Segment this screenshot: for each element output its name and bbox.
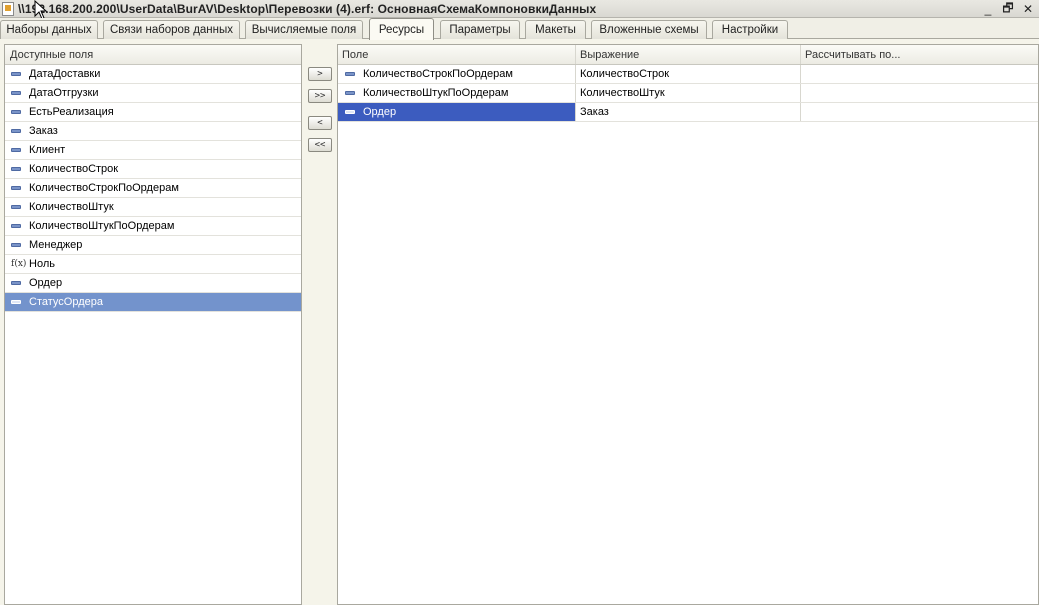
mouse-cursor-icon <box>34 0 48 20</box>
list-item-label: Ордер <box>29 277 63 289</box>
tab-settings[interactable]: Настройки <box>712 20 788 39</box>
available-fields-list: ДатаДоставки ДатаОтгрузки ЕстьРеализация За… <box>5 65 301 312</box>
list-item-label: ДатаДоставки <box>29 68 101 80</box>
field-icon <box>345 72 355 76</box>
cell-field-text: КоличествоШтукПоОрдерам <box>363 87 509 99</box>
column-header-calc-by[interactable]: Рассчитывать по... <box>801 45 1037 64</box>
restore-button[interactable]: 🗗 <box>1001 0 1015 20</box>
field-icon <box>11 243 21 247</box>
tab-parameters[interactable]: Параметры <box>440 20 520 39</box>
list-item-label: КоличествоСтрок <box>29 163 119 175</box>
table-row[interactable]: Ордер Заказ <box>338 103 1038 122</box>
cell-expression[interactable]: КоличествоШтук <box>576 84 801 102</box>
title-bar: \\192.168.200.200\UserData\BurAV\Desktop… <box>0 0 1039 18</box>
tab-datasets[interactable]: Наборы данных <box>0 20 98 39</box>
tab-strip: Наборы данных Связи наборов данных Вычис… <box>0 18 1039 40</box>
table-row[interactable]: КоличествоШтукПоОрдерам КоличествоШтук <box>338 84 1038 103</box>
field-icon <box>345 91 355 95</box>
available-fields-panel: Доступные поля ДатаДоставки ДатаОтгрузки Е… <box>4 44 302 605</box>
list-item-label: КоличествоШтукПоОрдерам <box>29 220 175 232</box>
field-icon <box>345 110 355 114</box>
list-item[interactable]: Заказ <box>5 122 301 141</box>
table-row[interactable]: КоличествоСтрокПоОрдерам КоличествоСтрок <box>338 65 1038 84</box>
list-item[interactable]: Менеджер <box>5 236 301 255</box>
list-item-label: Менеджер <box>29 239 83 251</box>
field-icon <box>11 186 21 190</box>
field-icon <box>11 148 21 152</box>
add-field-button[interactable]: > <box>308 67 332 81</box>
tab-nested-schemas[interactable]: Вложенные схемы <box>591 20 707 39</box>
field-icon <box>11 110 21 114</box>
field-icon <box>11 300 21 304</box>
column-header-field[interactable]: Поле <box>338 45 576 64</box>
function-icon: f(x) <box>11 259 27 269</box>
tab-templates[interactable]: Макеты <box>525 20 586 39</box>
close-button[interactable]: ✕ <box>1021 2 1035 16</box>
list-item-label: Клиент <box>29 144 66 156</box>
remove-all-fields-button[interactable]: << <box>308 138 332 152</box>
list-item[interactable]: ДатаДоставки <box>5 65 301 84</box>
list-item-label: Заказ <box>29 125 58 137</box>
minimize-button[interactable]: _ <box>981 2 995 16</box>
window-title: \\192.168.200.200\UserData\BurAV\Desktop… <box>18 1 597 16</box>
list-item[interactable]: КоличествоШтук <box>5 198 301 217</box>
list-item[interactable]: ДатаОтгрузки <box>5 84 301 103</box>
cell-field-text: КоличествоСтрокПоОрдерам <box>363 68 513 80</box>
cell-expression[interactable]: Заказ <box>576 103 801 121</box>
resources-table-header: Поле Выражение Рассчитывать по... <box>338 45 1038 65</box>
field-icon <box>11 72 21 76</box>
cell-field-text: Ордер <box>363 106 397 118</box>
field-icon <box>11 281 21 285</box>
list-item[interactable]: Клиент <box>5 141 301 160</box>
list-item-label: КоличествоСтрокПоОрдерам <box>29 182 179 194</box>
field-icon <box>11 224 21 228</box>
field-icon <box>11 91 21 95</box>
list-item-label: ЕстьРеализация <box>29 106 114 118</box>
document-icon <box>2 1 14 16</box>
cell-calc-by[interactable] <box>801 103 1037 121</box>
cell-calc-by[interactable] <box>801 84 1037 102</box>
tab-resources[interactable]: Ресурсы <box>369 18 434 40</box>
list-item[interactable]: КоличествоШтукПоОрдерам <box>5 217 301 236</box>
list-item-label: ДатаОтгрузки <box>29 87 99 99</box>
list-item-label: СтатусОрдера <box>29 296 103 308</box>
add-all-fields-button[interactable]: >> <box>308 89 332 103</box>
list-item[interactable]: f(x) Ноль <box>5 255 301 274</box>
list-item[interactable]: КоличествоСтрок <box>5 160 301 179</box>
resources-table-body: КоличествоСтрокПоОрдерам КоличествоСтрок К… <box>338 65 1038 122</box>
window-controls: _ 🗗 ✕ <box>981 0 1035 18</box>
available-fields-header: Доступные поля <box>5 45 301 65</box>
tab-calculated-fields[interactable]: Вычисляемые поля <box>245 20 363 39</box>
list-item[interactable]: ЕстьРеализация <box>5 103 301 122</box>
list-item[interactable]: КоличествоСтрокПоОрдерам <box>5 179 301 198</box>
cell-calc-by[interactable] <box>801 65 1037 83</box>
cell-field[interactable]: КоличествоШтукПоОрдерам <box>338 84 576 102</box>
tab-dataset-links[interactable]: Связи наборов данных <box>103 20 240 39</box>
remove-field-button[interactable]: < <box>308 116 332 130</box>
field-icon <box>11 129 21 133</box>
cell-expression[interactable]: КоличествоСтрок <box>576 65 801 83</box>
list-item[interactable]: Ордер <box>5 274 301 293</box>
list-item-label: Ноль <box>29 258 55 270</box>
field-icon <box>11 205 21 209</box>
cell-field[interactable]: КоличествоСтрокПоОрдерам <box>338 65 576 83</box>
list-item[interactable]: СтатусОрдера <box>5 293 301 312</box>
cell-field[interactable]: Ордер <box>338 103 576 121</box>
list-item-label: КоличествоШтук <box>29 201 114 213</box>
field-icon <box>11 167 21 171</box>
column-header-expression[interactable]: Выражение <box>576 45 801 64</box>
resources-table: Поле Выражение Рассчитывать по... Количе… <box>337 44 1039 605</box>
